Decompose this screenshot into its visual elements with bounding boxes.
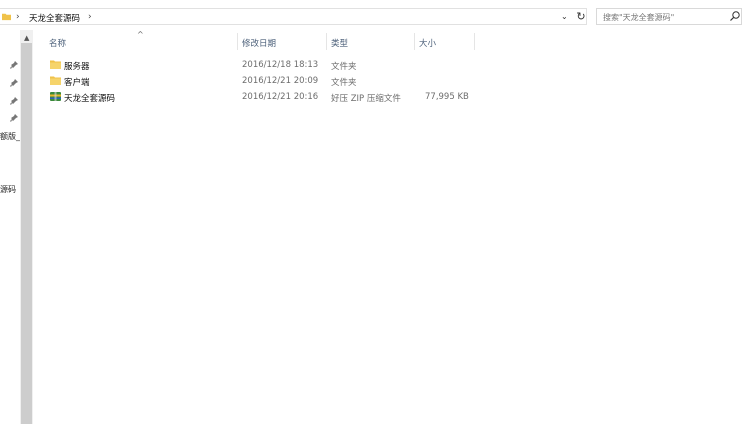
column-header-type[interactable]: 类型	[331, 37, 348, 49]
file-row[interactable]: 天龙全套源码 2016/12/21 20:16 好压 ZIP 压缩文件 77,9…	[46, 89, 476, 104]
zip-archive-icon	[50, 92, 61, 101]
scrollbar-thumb[interactable]	[21, 43, 32, 424]
file-modified: 2016/12/21 20:16	[242, 92, 319, 102]
chevron-down-icon[interactable]: ⌄	[561, 12, 568, 21]
search-placeholder: 搜索"天龙全套源码"	[603, 13, 675, 22]
folder-icon	[2, 13, 11, 21]
pin-icon[interactable]	[10, 97, 18, 105]
column-divider[interactable]	[326, 33, 327, 50]
file-name: 客户端	[64, 78, 90, 88]
column-header-modified[interactable]: 修改日期	[242, 37, 276, 49]
breadcrumb-separator-icon[interactable]: ›	[88, 12, 92, 22]
pin-icon[interactable]	[10, 79, 18, 87]
navigation-pane	[0, 30, 20, 424]
column-divider[interactable]	[237, 33, 238, 50]
file-row[interactable]: 服务器 2016/12/18 18:13 文件夹	[46, 57, 476, 72]
file-type: 文件夹	[331, 78, 357, 88]
column-header-size[interactable]: 大小	[419, 37, 436, 49]
column-divider[interactable]	[474, 33, 475, 50]
search-icon[interactable]	[729, 10, 741, 22]
folder-icon	[50, 76, 61, 85]
file-type: 文件夹	[331, 62, 357, 72]
column-divider[interactable]	[414, 33, 415, 50]
file-type: 好压 ZIP 压缩文件	[331, 94, 401, 104]
file-modified: 2016/12/21 20:09	[242, 76, 319, 86]
file-modified: 2016/12/18 18:13	[242, 60, 319, 70]
address-bar: › 天龙全套源码 › ⌄ ↻ 搜索"天龙全套源码"	[0, 0, 750, 30]
folder-icon	[50, 60, 61, 69]
sort-ascending-icon: ^	[137, 30, 144, 39]
file-size: 77,995 KB	[425, 92, 469, 102]
nav-item-label[interactable]: 额版_	[0, 131, 20, 142]
file-name: 服务器	[64, 62, 90, 72]
refresh-icon[interactable]: ↻	[574, 10, 588, 24]
breadcrumb-separator-icon[interactable]: ›	[16, 12, 20, 22]
scroll-up-icon[interactable]: ▲	[24, 34, 29, 42]
nav-item-label[interactable]: 源码	[0, 184, 16, 195]
file-row[interactable]: 客户端 2016/12/21 20:09 文件夹	[46, 73, 476, 88]
pin-icon[interactable]	[10, 114, 18, 122]
breadcrumb-current-folder[interactable]: 天龙全套源码	[29, 12, 80, 24]
pin-icon[interactable]	[10, 61, 18, 69]
file-name: 天龙全套源码	[64, 94, 116, 104]
column-header-name[interactable]: 名称	[49, 37, 66, 49]
